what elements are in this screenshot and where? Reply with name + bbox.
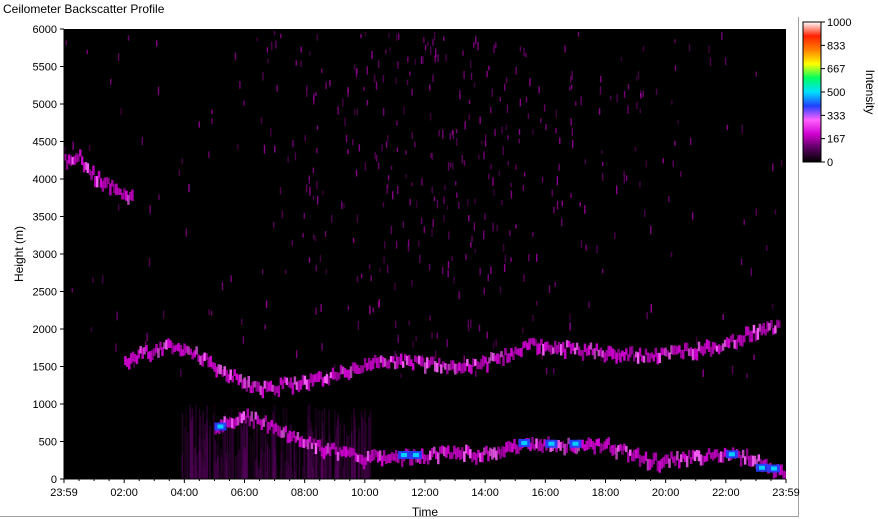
y-tick-label: 4000	[33, 174, 57, 186]
colorbar-tick-label: 1000	[827, 17, 851, 29]
x-tick-label: 18:00	[592, 487, 620, 499]
y-tick-label: 3500	[33, 212, 57, 224]
y-tick-label: 2500	[33, 287, 57, 299]
y-tick-label: 0	[51, 474, 57, 486]
y-axis-title: Height (m)	[12, 226, 26, 282]
colorbar-tick-label: 333	[827, 110, 845, 122]
colorbar-gradient	[802, 21, 822, 163]
x-tick-label: 08:00	[291, 487, 319, 499]
colorbar-tick-label: 667	[827, 64, 845, 76]
backscatter-chart: 23:59 02:00 04:00 06:00 08:00 10:00 12:00 14:00…	[12, 17, 877, 519]
x-tick-label: 10:00	[351, 487, 379, 499]
x-tick-label: 12:00	[411, 487, 439, 499]
colorbar-tick-label: 0	[827, 157, 833, 169]
y-tick-label: 500	[39, 437, 57, 449]
y-tick-label: 4500	[33, 137, 57, 149]
x-tick-label: 20:00	[652, 487, 680, 499]
y-tick-label: 5500	[33, 62, 57, 74]
x-tick-label: 23:59	[772, 487, 800, 499]
x-tick-label: 14:00	[471, 487, 499, 499]
y-tick-label: 3000	[33, 249, 57, 261]
x-tick-label: 16:00	[532, 487, 560, 499]
x-tick-label: 23:59	[50, 487, 78, 499]
y-tick-label: 5000	[33, 99, 57, 111]
x-tick-label: 04:00	[171, 487, 199, 499]
colorbar-label: Intensity	[863, 70, 877, 115]
colorbar-tick-label: 167	[827, 134, 845, 146]
x-tick-label: 22:00	[712, 487, 740, 499]
x-tick-label: 02:00	[110, 487, 138, 499]
colorbar: 0 167 333 500 667 833 1000 Intensity	[802, 17, 877, 169]
y-tick-label: 1500	[33, 362, 57, 374]
plot-area	[64, 29, 786, 479]
x-axis: 23:59 02:00 04:00 06:00 08:00 10:00 12:00 14:00…	[50, 478, 800, 499]
colorbar-tick-label: 500	[827, 87, 845, 99]
x-tick-label: 06:00	[231, 487, 259, 499]
y-tick-label: 6000	[33, 24, 57, 36]
colorbar-tick-label: 833	[827, 40, 845, 52]
x-axis-title: Time	[412, 505, 439, 519]
y-tick-label: 1000	[33, 399, 57, 411]
colorbar-ticks: 0 167 333 500 667 833 1000	[821, 17, 851, 169]
y-axis: 0 500 1000 1500 2000 2500 3000 3500 4000 4500 5000…	[33, 24, 65, 486]
y-tick-label: 2000	[33, 324, 57, 336]
